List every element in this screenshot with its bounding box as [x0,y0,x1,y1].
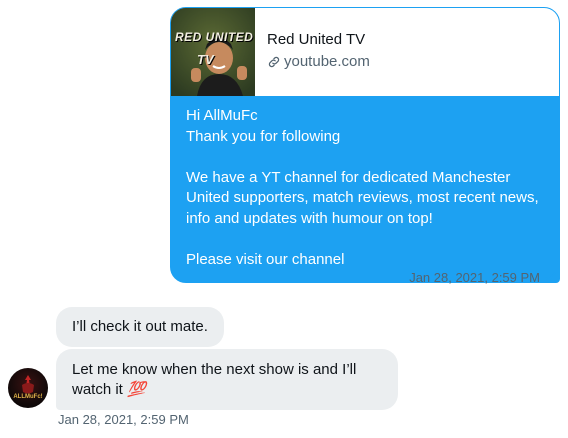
outgoing-bubble: RED UNITED TV Red United TV youtube.com … [170,7,560,283]
incoming-timestamp: Jan 28, 2021, 2:59 PM [58,412,189,427]
outgoing-text: Hi AllMuFc Thank you for following We ha… [186,107,539,268]
thumb-text-1: RED UNITED [175,30,254,44]
outgoing-timestamp: Jan 28, 2021, 2:59 PM [409,270,540,285]
card-title: Red United TV [267,31,366,48]
card-info: Red United TV youtube.com [255,8,370,96]
avatar-image [22,375,34,394]
avatar[interactable]: ALLMuFc! [8,368,48,408]
link-card[interactable]: RED UNITED TV Red United TV youtube.com [171,8,559,96]
card-domain: youtube.com [267,52,370,72]
card-thumbnail: RED UNITED TV [171,8,255,96]
hundred-points-emoji: 💯 [127,381,146,398]
incoming-message-1: I’ll check it out mate. [56,307,224,347]
card-domain-text: youtube.com [284,53,370,70]
incoming-text-1: I’ll check it out mate. [72,318,208,335]
incoming-message-2: Let me know when the next show is and I’… [56,349,398,410]
avatar-label: ALLMuFc! [13,394,43,400]
outgoing-meta: Jan 28, 2021, 2:59 PM [409,270,556,285]
outgoing-message: RED UNITED TV Red United TV youtube.com … [170,7,560,283]
check-icon [544,271,556,285]
incoming-text-2: Let me know when the next show is and I’… [72,361,357,398]
thumb-text-2: TV [197,52,214,67]
link-icon [267,55,281,69]
